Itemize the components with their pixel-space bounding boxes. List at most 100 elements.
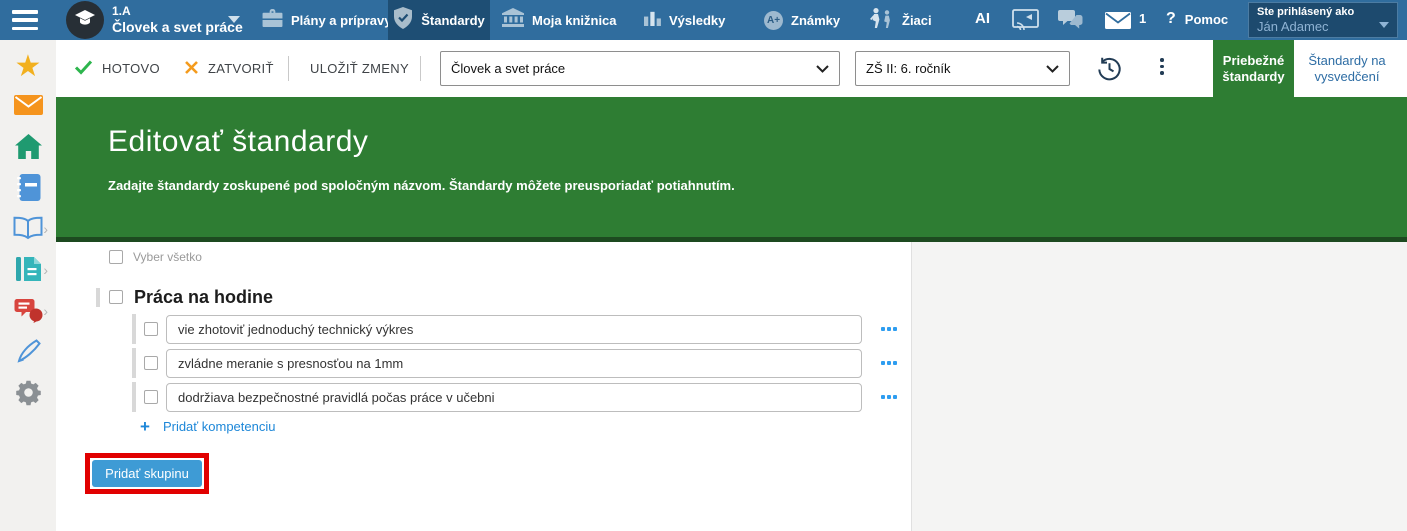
nav-label: Štandardy bbox=[421, 13, 485, 28]
red-highlight-annotation: Pridať skupinu bbox=[85, 453, 209, 494]
question-mark-icon: ? bbox=[1166, 10, 1176, 28]
pen-icon bbox=[15, 338, 42, 369]
standard-checkbox[interactable] bbox=[144, 390, 158, 404]
bar-chart-icon bbox=[644, 9, 661, 31]
group-title: Práca na hodine bbox=[134, 287, 273, 308]
select-all-label: Vyber všetko bbox=[133, 250, 202, 264]
nav-item-plany-a-pripravy[interactable]: Plány a prípravy bbox=[252, 0, 401, 40]
nav-label: Moja knižnica bbox=[532, 13, 617, 28]
cast-screen-icon[interactable] bbox=[1012, 9, 1039, 35]
page-title: Editovať štandardy bbox=[108, 125, 1407, 159]
nav-item-vysledky[interactable]: Výsledky bbox=[634, 0, 735, 40]
standard-text-input[interactable] bbox=[166, 349, 862, 378]
done-label: HOTOVO bbox=[102, 61, 160, 76]
subject-label: Človek a svet práce bbox=[112, 19, 243, 36]
chat-bubbles-icon[interactable] bbox=[1058, 10, 1083, 36]
edupage-logo[interactable] bbox=[66, 1, 104, 39]
nav-label: Výsledky bbox=[669, 13, 725, 28]
add-competency-link[interactable]: + Pridať kompetenciu bbox=[140, 418, 275, 435]
chevron-down-icon bbox=[1046, 61, 1059, 76]
drag-handle[interactable] bbox=[96, 288, 100, 307]
notebook-icon bbox=[16, 174, 41, 206]
done-button[interactable]: HOTOVO bbox=[74, 40, 160, 97]
help-label: Pomoc bbox=[1185, 12, 1228, 27]
signed-in-as-label: Ste prihlásený ako bbox=[1257, 6, 1389, 19]
chevron-down-icon bbox=[816, 61, 829, 76]
select-all-row: Vyber všetko bbox=[109, 250, 202, 264]
group-checkbox[interactable] bbox=[109, 290, 123, 304]
star-icon: ★ bbox=[15, 53, 42, 80]
ellipsis-icon[interactable] bbox=[879, 357, 899, 369]
tab-priebezne-standardy[interactable]: Priebežné štandardy bbox=[1213, 40, 1294, 97]
nav-item-moja-kniznica[interactable]: Moja knižnica bbox=[492, 0, 627, 40]
nav-item-standardy[interactable]: Štandardy bbox=[388, 0, 490, 40]
sidebar-item-library[interactable]: › bbox=[0, 217, 56, 244]
select-all-checkbox[interactable] bbox=[109, 250, 123, 264]
sidebar-item-notebook[interactable] bbox=[0, 176, 56, 203]
briefcase-icon bbox=[262, 9, 283, 32]
chevron-right-icon: › bbox=[43, 221, 48, 237]
save-label: ULOŽIŤ ZMENY bbox=[310, 61, 409, 76]
history-clock-icon bbox=[1096, 69, 1123, 86]
sidebar-item-documents[interactable]: › bbox=[0, 258, 56, 285]
standard-checkbox[interactable] bbox=[144, 322, 158, 336]
standard-text-input[interactable] bbox=[166, 315, 862, 344]
drag-handle[interactable] bbox=[132, 348, 136, 378]
plus-icon: + bbox=[140, 418, 150, 435]
add-group-button[interactable]: Pridať skupinu bbox=[92, 460, 202, 487]
standard-checkbox[interactable] bbox=[144, 356, 158, 370]
close-label: ZATVORIŤ bbox=[208, 61, 274, 76]
add-competency-label: Pridať kompetenciu bbox=[163, 419, 276, 434]
help-button[interactable]: ? Pomoc bbox=[1166, 10, 1228, 28]
class-subject-selector[interactable]: 1.A Človek a svet práce bbox=[112, 4, 243, 36]
page-header: Editovať štandardy Zadajte štandardy zos… bbox=[56, 97, 1407, 242]
group-header-row: Práca na hodine bbox=[96, 286, 273, 308]
graduation-cap-icon bbox=[73, 6, 97, 35]
content-area: Vyber všetko Práca na hodine + bbox=[56, 242, 1407, 531]
sidebar-item-home[interactable] bbox=[0, 135, 56, 162]
students-walking-icon bbox=[868, 8, 894, 33]
grade-a-plus-icon: A+ bbox=[764, 11, 783, 30]
ai-button[interactable]: AI bbox=[975, 10, 990, 27]
tab-label: Štandardy na vysvedčení bbox=[1294, 53, 1400, 85]
standard-row bbox=[132, 382, 899, 412]
grade-select[interactable]: ZŠ II: 6. ročník bbox=[855, 51, 1070, 86]
sidebar-item-discussions[interactable]: › bbox=[0, 299, 56, 326]
more-options-button[interactable] bbox=[1160, 58, 1164, 75]
close-button[interactable]: ZATVORIŤ bbox=[184, 40, 274, 97]
hamburger-menu-icon[interactable] bbox=[12, 10, 38, 30]
sidebar-item-notes[interactable] bbox=[0, 340, 56, 367]
standard-row bbox=[132, 348, 899, 378]
ellipsis-icon[interactable] bbox=[879, 323, 899, 335]
divider bbox=[420, 56, 421, 81]
open-book-icon bbox=[13, 216, 43, 245]
tab-label: Priebežné štandardy bbox=[1213, 53, 1294, 85]
ellipsis-icon[interactable] bbox=[879, 391, 899, 403]
sidebar-item-favorites[interactable]: ★ bbox=[0, 53, 56, 80]
drag-handle[interactable] bbox=[132, 314, 136, 344]
nav-item-znamky[interactable]: A+ Známky bbox=[754, 0, 850, 40]
sidebar-item-settings[interactable] bbox=[0, 381, 56, 408]
left-icon-sidebar: ★ › › › bbox=[0, 40, 56, 531]
drag-handle[interactable] bbox=[132, 382, 136, 412]
class-label: 1.A bbox=[112, 4, 243, 19]
nav-item-ziaci[interactable]: Žiaci bbox=[858, 0, 942, 40]
divider bbox=[288, 56, 289, 81]
page-subtitle: Zadajte štandardy zoskupené pod spoločný… bbox=[108, 178, 1407, 193]
standard-text-input[interactable] bbox=[166, 383, 862, 412]
history-button[interactable] bbox=[1096, 55, 1123, 87]
mail-icon[interactable] bbox=[1105, 12, 1131, 34]
chevron-down-icon bbox=[1379, 22, 1389, 28]
x-icon bbox=[184, 60, 199, 78]
chevron-down-icon bbox=[228, 16, 240, 23]
subject-select[interactable]: Človek a svet práce bbox=[440, 51, 840, 86]
user-name: Ján Adamec bbox=[1257, 19, 1389, 34]
sidebar-item-messages[interactable] bbox=[0, 94, 56, 121]
shield-check-icon bbox=[393, 7, 413, 34]
tab-standardy-na-vysvedceni[interactable]: Štandardy na vysvedčení bbox=[1294, 40, 1400, 97]
save-changes-button[interactable]: ULOŽIŤ ZMENY bbox=[310, 40, 409, 97]
user-menu[interactable]: Ste prihlásený ako Ján Adamec bbox=[1248, 2, 1398, 38]
nav-label: Známky bbox=[791, 13, 840, 28]
subject-select-value: Človek a svet práce bbox=[451, 61, 565, 76]
chat-bubbles-icon bbox=[14, 298, 43, 328]
